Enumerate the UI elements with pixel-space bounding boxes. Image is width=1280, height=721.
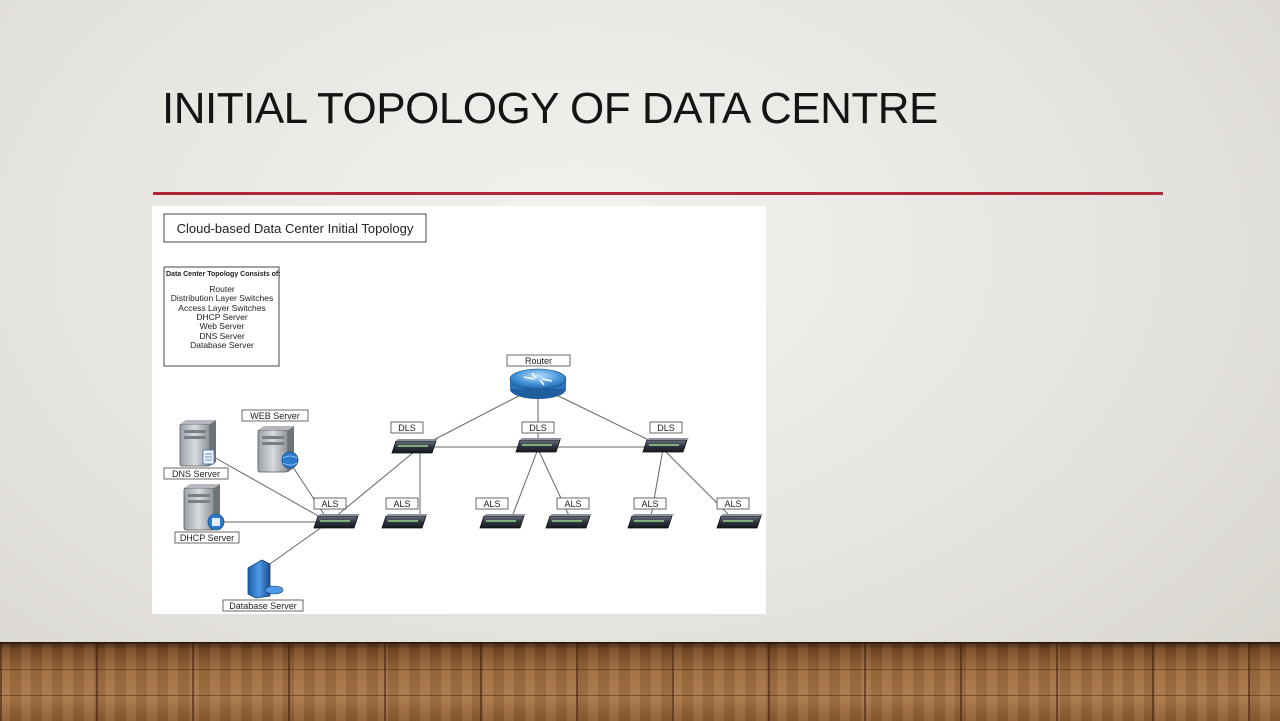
als-label: ALS (724, 499, 741, 509)
dns-server-node: DNS Server (163, 419, 229, 480)
als-switch-5: ALS (627, 497, 675, 529)
dls-switch-2: DLS (515, 421, 563, 453)
database-server-node: Database Server (222, 559, 304, 612)
switch-icon (642, 437, 690, 453)
dls-label: DLS (529, 423, 547, 433)
router-node: Router (506, 354, 571, 399)
switch-icon (627, 513, 675, 529)
topology-diagram: Cloud-based Data Center Initial Topology… (152, 206, 766, 614)
dls-label: DLS (657, 423, 675, 433)
als-switch-6: ALS (716, 497, 764, 529)
web-server-node: WEB Server (241, 409, 309, 473)
dls-switch-3: DLS (642, 421, 690, 453)
web-server-label: WEB Server (250, 411, 300, 421)
wood-floor-decoration (0, 642, 1280, 721)
topology-svg: Cloud-based Data Center Initial Topology… (163, 213, 764, 612)
legend-item: Distribution Layer Switches (171, 293, 274, 303)
switch-icon (313, 513, 361, 529)
switch-icon (716, 513, 764, 529)
dls-label: DLS (398, 423, 416, 433)
switch-icon (391, 438, 439, 454)
als-label: ALS (483, 499, 500, 509)
diagram-title: Cloud-based Data Center Initial Topology (177, 221, 414, 236)
router-icon (509, 368, 567, 399)
als-label: ALS (321, 499, 338, 509)
als-switch-4: ALS (545, 497, 593, 529)
als-switch-2: ALS (381, 497, 429, 529)
switch-icon (545, 513, 593, 529)
legend-item: Web Server (200, 321, 245, 331)
als-label: ALS (393, 499, 410, 509)
dns-server-label: DNS Server (172, 469, 220, 479)
slide-title: INITIAL TOPOLOGY OF DATA CENTRE (162, 84, 938, 133)
dls-switch-1: DLS (390, 421, 439, 454)
switch-icon (515, 437, 563, 453)
legend-heading: Data Center Topology Consists of: (166, 271, 281, 278)
dhcp-server-label: DHCP Server (180, 533, 234, 543)
als-label: ALS (564, 499, 581, 509)
globe-icon (281, 451, 299, 469)
als-switch-3: ALS (475, 497, 527, 529)
als-label: ALS (641, 499, 658, 509)
floor-shadow (0, 642, 1280, 650)
database-server-label: Database Server (229, 601, 297, 611)
switch-icon (479, 513, 527, 529)
dhcp-server-node: DHCP Server (174, 483, 240, 544)
router-label: Router (525, 356, 552, 366)
switch-icon (381, 513, 429, 529)
legend-item: Database Server (190, 340, 254, 350)
title-underline (153, 192, 1163, 195)
